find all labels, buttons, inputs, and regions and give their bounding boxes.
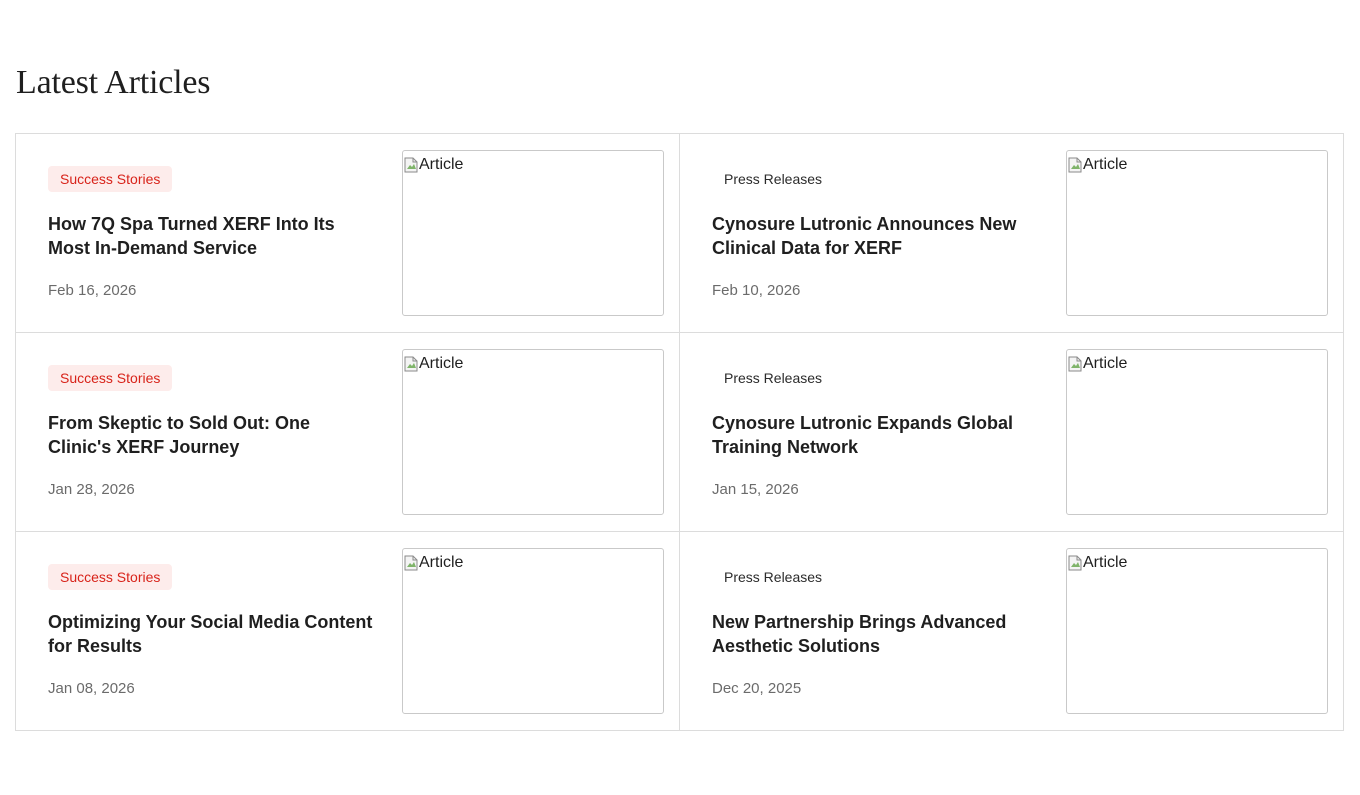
thumbnail-alt: Article	[404, 553, 463, 573]
article-card[interactable]: Success Stories From Skeptic to Sold Out…	[16, 333, 680, 532]
thumbnail-alt: Article	[1068, 155, 1127, 175]
category-tag[interactable]: Press Releases	[712, 365, 834, 391]
article-date: Feb 16, 2026	[48, 282, 137, 299]
article-card[interactable]: Press Releases Cynosure Lutronic Announc…	[680, 134, 1343, 333]
article-thumbnail[interactable]: Article	[402, 150, 664, 316]
article-title[interactable]: Optimizing Your Social Media Content for…	[48, 610, 378, 658]
article-title[interactable]: How 7Q Spa Turned XERF Into Its Most In-…	[48, 212, 378, 260]
article-thumbnail[interactable]: Article	[1066, 349, 1328, 515]
thumbnail-alt: Article	[404, 354, 463, 374]
article-thumbnail[interactable]: Article	[402, 548, 664, 714]
category-tag[interactable]: Press Releases	[712, 564, 834, 590]
article-title[interactable]: From Skeptic to Sold Out: One Clinic's X…	[48, 411, 378, 459]
broken-image-icon	[404, 356, 418, 372]
broken-image-icon	[1068, 555, 1082, 571]
article-title[interactable]: Cynosure Lutronic Announces New Clinical…	[712, 212, 1042, 260]
article-thumbnail[interactable]: Article	[1066, 150, 1328, 316]
article-date: Jan 28, 2026	[48, 481, 135, 498]
article-date: Jan 08, 2026	[48, 680, 135, 697]
broken-image-icon	[404, 157, 418, 173]
article-date: Jan 15, 2026	[712, 481, 799, 498]
article-date: Feb 10, 2026	[712, 282, 801, 299]
article-thumbnail[interactable]: Article	[1066, 548, 1328, 714]
thumbnail-alt: Article	[1068, 553, 1127, 573]
category-tag[interactable]: Success Stories	[48, 166, 173, 192]
article-card[interactable]: Success Stories How 7Q Spa Turned XERF I…	[16, 134, 680, 333]
article-card[interactable]: Success Stories Optimizing Your Social M…	[16, 532, 680, 730]
category-tag[interactable]: Press Releases	[712, 166, 834, 192]
article-card[interactable]: Press Releases Cynosure Lutronic Expands…	[680, 333, 1343, 532]
article-title[interactable]: New Partnership Brings Advanced Aestheti…	[712, 610, 1042, 658]
articles-grid: Success Stories How 7Q Spa Turned XERF I…	[15, 133, 1344, 731]
category-tag[interactable]: Success Stories	[48, 365, 173, 391]
thumbnail-alt-text: Article	[1083, 156, 1128, 173]
article-date: Dec 20, 2025	[712, 680, 802, 697]
section-title: Latest Articles	[16, 64, 211, 101]
thumbnail-alt: Article	[1068, 354, 1127, 374]
thumbnail-alt-text: Article	[419, 355, 464, 372]
article-title[interactable]: Cynosure Lutronic Expands Global Trainin…	[712, 411, 1042, 459]
thumbnail-alt-text: Article	[1083, 554, 1128, 571]
article-thumbnail[interactable]: Article	[402, 349, 664, 515]
broken-image-icon	[1068, 356, 1082, 372]
article-card[interactable]: Press Releases New Partnership Brings Ad…	[680, 532, 1343, 730]
category-tag[interactable]: Success Stories	[48, 564, 173, 590]
thumbnail-alt-text: Article	[419, 554, 464, 571]
broken-image-icon	[1068, 157, 1082, 173]
thumbnail-alt-text: Article	[419, 156, 464, 173]
thumbnail-alt-text: Article	[1083, 355, 1128, 372]
broken-image-icon	[404, 555, 418, 571]
thumbnail-alt: Article	[404, 155, 463, 175]
